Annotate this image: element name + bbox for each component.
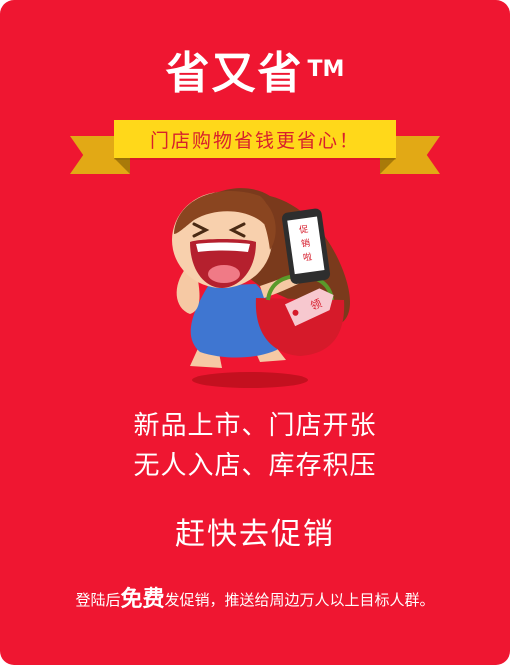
footer-prefix: 登陆后 bbox=[75, 591, 121, 609]
footer-note: 登陆后免费发促销，推送给周边万人以上目标人群。 bbox=[0, 586, 510, 614]
footer-suffix: 发促销，推送给周边万人以上目标人群。 bbox=[164, 591, 435, 609]
slogan-ribbon: 门店购物省钱更省心！ bbox=[70, 116, 440, 176]
headline-line-2: 无人入店、库存积压 bbox=[133, 451, 377, 481]
mascot-shadow bbox=[192, 372, 308, 388]
ribbon-text: 门店购物省钱更省心！ bbox=[114, 120, 396, 158]
cta-text: 赶快去促销 bbox=[175, 517, 335, 552]
footer-free-highlight: 免费 bbox=[120, 587, 165, 612]
mascot-illustration: 促 销 啦 领 bbox=[172, 188, 350, 388]
brand-title: 省又省 TM bbox=[0, 44, 510, 104]
promo-card: 省又省 TM 门店购物省钱更省心！ 促 销 啦 领 新品上市、门店开张 无人入店… bbox=[0, 0, 510, 665]
trademark-mark: TM bbox=[307, 57, 345, 82]
brand-name: 省又省 bbox=[165, 48, 304, 99]
headline-line-1: 新品上市、门店开张 bbox=[133, 411, 377, 441]
